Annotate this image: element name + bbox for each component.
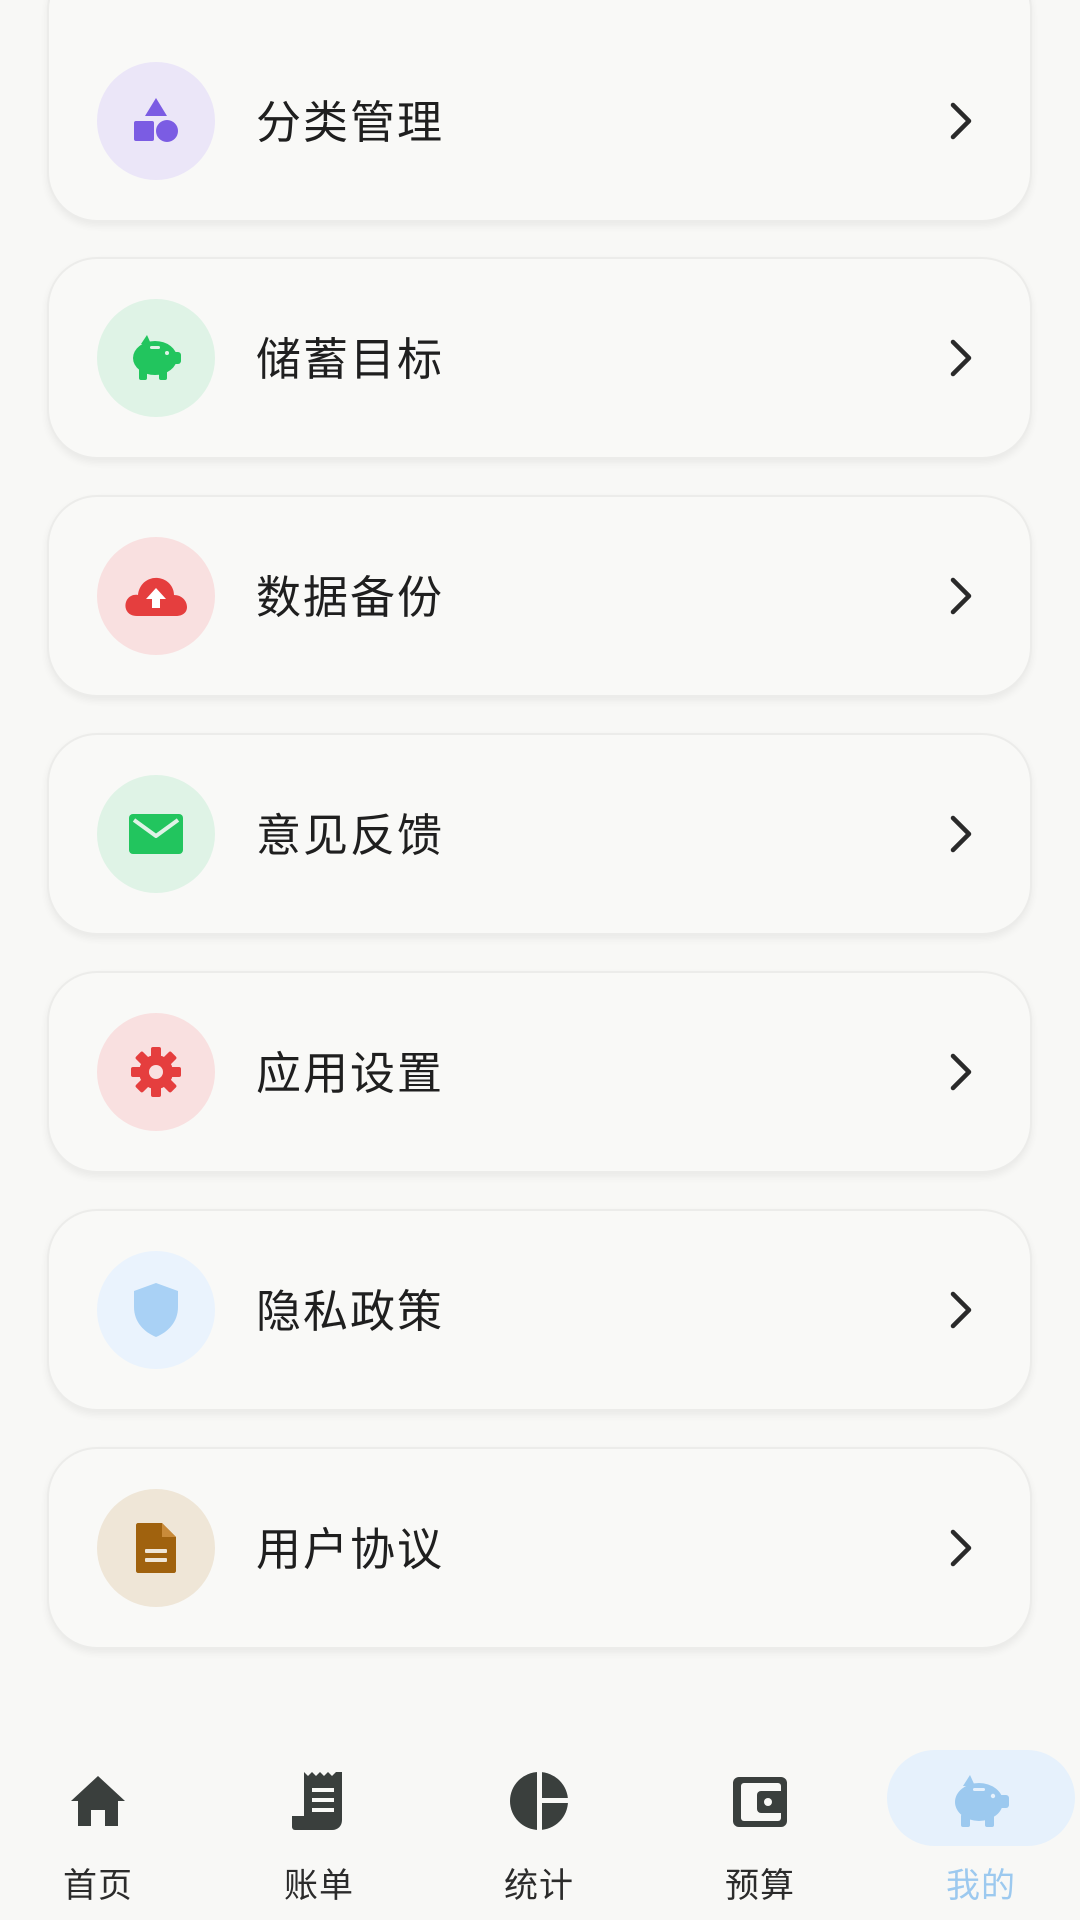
shield-icon — [134, 1283, 178, 1337]
nav-tab-mine[interactable]: 我的 — [901, 1740, 1061, 1920]
menu-item-app-settings[interactable]: 应用设置 — [47, 971, 1032, 1173]
pie-chart-icon — [506, 1768, 572, 1834]
piggy-bank-icon — [133, 335, 181, 380]
nav-label: 统计 — [504, 1866, 574, 1906]
wallet-icon — [727, 1768, 793, 1834]
menu-item-privacy-policy[interactable]: 隐私政策 — [47, 1209, 1032, 1411]
menu-item-label: 隐私政策 — [256, 1285, 445, 1338]
nav-label: 账单 — [284, 1866, 354, 1906]
piggy-bank-icon — [948, 1768, 1014, 1834]
chevron-right-icon — [950, 815, 972, 853]
menu-item-savings-goal[interactable]: 储蓄目标 — [47, 257, 1032, 459]
shapes-icon — [134, 98, 178, 142]
category-icon-circle — [97, 62, 215, 180]
chevron-right-icon — [950, 1053, 972, 1091]
menu-item-feedback[interactable]: 意见反馈 — [47, 733, 1032, 935]
chevron-right-icon — [950, 577, 972, 615]
chevron-right-icon — [950, 339, 972, 377]
privacy-icon-circle — [97, 1251, 215, 1369]
nav-tab-budget[interactable]: 预算 — [680, 1740, 840, 1920]
backup-icon-circle — [97, 537, 215, 655]
feedback-icon-circle — [97, 775, 215, 893]
gear-icon — [131, 1047, 181, 1097]
menu-item-label: 意见反馈 — [256, 809, 445, 862]
menu-item-label: 数据备份 — [256, 571, 445, 624]
mail-icon — [129, 814, 183, 854]
document-icon — [136, 1523, 176, 1573]
nav-tab-bills[interactable]: 账单 — [239, 1740, 399, 1920]
menu-item-user-agreement[interactable]: 用户协议 — [47, 1447, 1032, 1649]
nav-tab-statistics[interactable]: 统计 — [459, 1740, 619, 1920]
chevron-right-icon — [950, 1529, 972, 1567]
profile-page: 分类管理 储蓄目标 数据备份 意见反馈 应用设置 隐私政策 用户协议 首页 账单… — [0, 0, 1080, 1920]
agreement-icon-circle — [97, 1489, 215, 1607]
menu-item-data-backup[interactable]: 数据备份 — [47, 495, 1032, 697]
menu-item-category-management[interactable]: 分类管理 — [47, 0, 1032, 222]
menu-item-label: 应用设置 — [256, 1047, 445, 1100]
bottom-nav: 首页 账单 统计 预算 我的 — [0, 1740, 1080, 1920]
nav-tab-home[interactable]: 首页 — [18, 1740, 178, 1920]
menu-item-label: 用户协议 — [256, 1523, 445, 1576]
cloud-upload-icon — [125, 577, 187, 616]
menu-item-label: 分类管理 — [256, 96, 445, 149]
receipt-icon — [286, 1768, 352, 1834]
nav-label: 首页 — [63, 1866, 133, 1906]
menu-item-label: 储蓄目标 — [256, 333, 445, 386]
savings-icon-circle — [97, 299, 215, 417]
settings-icon-circle — [97, 1013, 215, 1131]
chevron-right-icon — [950, 102, 972, 140]
nav-label: 我的 — [946, 1866, 1016, 1906]
home-icon — [65, 1768, 131, 1834]
chevron-right-icon — [950, 1291, 972, 1329]
nav-label: 预算 — [725, 1866, 795, 1906]
